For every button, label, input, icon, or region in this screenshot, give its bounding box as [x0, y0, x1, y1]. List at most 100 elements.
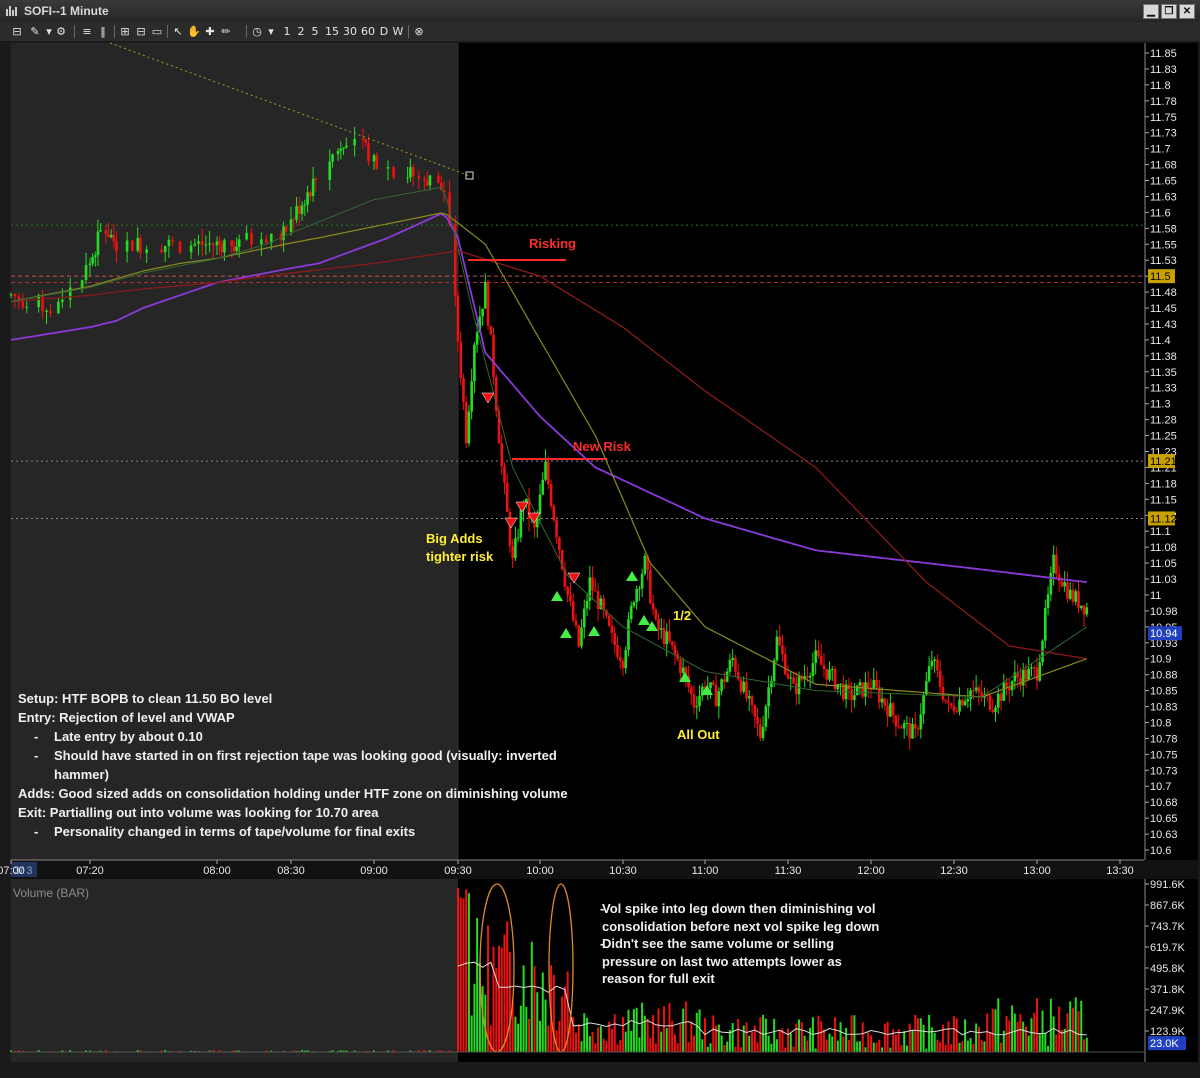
toolbar-separator	[74, 25, 75, 38]
cursor-icon[interactable]: ↖	[171, 24, 185, 39]
bars-icon[interactable]: ‖	[96, 24, 110, 39]
price-candle-body	[767, 687, 770, 707]
price-candle-body	[886, 705, 889, 717]
window-icon[interactable]: ▭	[150, 24, 164, 39]
volume-bar	[701, 1039, 704, 1052]
price-candle-body	[830, 668, 834, 670]
price-tick-label: 10.78	[1150, 733, 1178, 745]
interval-15[interactable]: 15	[324, 24, 340, 39]
interval-daily[interactable]: D	[378, 24, 390, 39]
price-candle-body	[594, 590, 597, 592]
price-candle-body	[792, 677, 795, 684]
settings-icon[interactable]: ⚙	[54, 24, 68, 39]
price-candle-body	[618, 656, 622, 661]
price-candle-body	[635, 588, 638, 603]
time-tick-label: 09:00	[360, 865, 388, 877]
price-candle-body	[125, 240, 129, 252]
link-icon[interactable]: ⊗	[412, 24, 426, 39]
volume-bar	[657, 1008, 660, 1052]
price-candle-body	[428, 175, 432, 186]
price-candle-body	[1074, 591, 1078, 602]
volume-bar	[1055, 1034, 1058, 1052]
interval-weekly[interactable]: W	[392, 24, 404, 39]
volume-bar	[1049, 998, 1052, 1052]
pencil-icon[interactable]: ✏	[219, 24, 233, 39]
grid-icon[interactable]: ⊞	[118, 24, 132, 39]
volume-bar	[519, 1005, 522, 1052]
price-candle-body	[300, 205, 304, 214]
volume-bar	[1066, 1013, 1069, 1052]
volume-bar	[1013, 1013, 1016, 1052]
volume-bar	[919, 1018, 922, 1052]
interval-30[interactable]: 30	[342, 24, 358, 39]
interval-60[interactable]: 60	[360, 24, 376, 39]
volume-bar	[764, 1018, 767, 1052]
price-tick-label: 10.83	[1150, 702, 1178, 714]
chart-type-icon[interactable]: ⊟	[10, 24, 24, 39]
price-candle-body	[949, 703, 953, 706]
volume-tick-label: 247.9K	[1150, 1005, 1186, 1017]
volume-bar	[867, 1032, 870, 1052]
interval-1[interactable]: 1	[282, 24, 292, 39]
price-candle-body	[853, 695, 856, 701]
price-candle-body	[245, 232, 248, 240]
split-icon[interactable]: ⊟	[134, 24, 148, 39]
volume-bar	[522, 965, 525, 1052]
price-candle-body	[864, 682, 867, 697]
volume-bar	[720, 1035, 723, 1052]
price-candle-body	[406, 177, 409, 179]
price-candle-body	[577, 625, 581, 647]
price-candle-body	[930, 660, 934, 667]
price-candle-body	[695, 706, 699, 708]
price-candle-body	[547, 461, 550, 484]
hand-icon[interactable]: ✋	[187, 24, 201, 39]
dropdown-icon[interactable]: ▾	[266, 24, 276, 39]
price-candle-body	[883, 698, 887, 706]
interval-2[interactable]: 2	[296, 24, 306, 39]
price-candle-body	[260, 239, 263, 245]
price-candle-body	[386, 167, 390, 169]
volume-bar	[917, 1018, 920, 1052]
lines-icon[interactable]: ≡	[80, 24, 94, 39]
volume-bar	[986, 1013, 989, 1052]
price-candle-body	[212, 243, 215, 246]
price-candle-body	[638, 588, 641, 590]
price-candle-body	[963, 701, 967, 706]
volume-bar	[1085, 1037, 1088, 1052]
close-button[interactable]: ✕	[1179, 4, 1195, 19]
volume-bar	[597, 1027, 600, 1052]
price-candle-body	[996, 693, 1000, 708]
price-candle-body	[891, 703, 895, 716]
volume-bar	[850, 1015, 853, 1052]
crosshair-icon[interactable]: ✚	[203, 24, 217, 39]
price-tick-label: 11.48	[1150, 287, 1177, 299]
volume-bar	[914, 1014, 917, 1052]
volume-bar	[624, 1031, 627, 1052]
price-candle-body	[858, 682, 862, 686]
price-candle-body	[961, 699, 964, 706]
price-candle-body	[988, 695, 992, 710]
volume-bar	[950, 1044, 953, 1052]
volume-bar	[903, 1031, 906, 1052]
price-candle-body	[464, 401, 468, 444]
clock-icon[interactable]: ◷	[250, 24, 264, 39]
interval-5[interactable]: 5	[310, 24, 320, 39]
draw-tools-icon[interactable]: ✎	[28, 24, 42, 39]
volume-bar	[933, 1032, 936, 1052]
restore-button[interactable]: ❐	[1161, 4, 1177, 19]
volume-bar	[492, 946, 495, 1052]
price-candle-body	[107, 234, 110, 238]
dropdown-icon[interactable]: ▾	[44, 24, 54, 39]
volume-bar	[870, 1035, 872, 1052]
minimize-button[interactable]: ▁	[1143, 4, 1159, 19]
price-candle-body	[49, 310, 52, 314]
volume-premarket-shading	[11, 879, 458, 1062]
price-candle-body	[786, 674, 790, 679]
volume-bar	[894, 1034, 897, 1052]
price-candle-body	[654, 609, 658, 619]
price-candle-body	[115, 241, 118, 252]
price-candle-body	[783, 654, 787, 675]
price-candle-body	[1024, 669, 1028, 680]
price-candle-body	[651, 603, 655, 610]
volume-bar	[528, 1018, 531, 1052]
